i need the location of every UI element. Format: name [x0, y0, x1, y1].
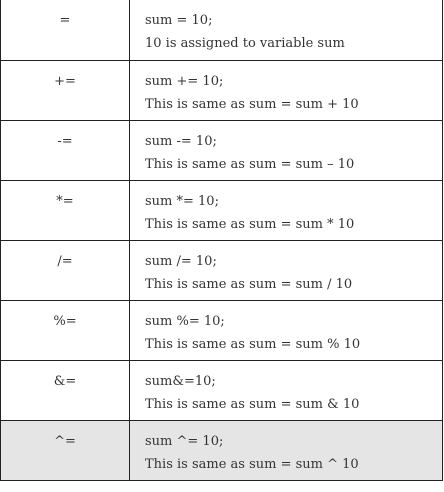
- table-row: /= sum /= 10; This is same as sum = sum /…: [0, 239, 443, 301]
- example-code: sum /= 10;: [145, 253, 217, 269]
- example-code: sum = 10;: [145, 13, 213, 28]
- operator-cell: /=: [0, 239, 130, 301]
- description-cell: sum&=10; This is same as sum = sum & 10: [129, 359, 443, 421]
- description-cell: sum *= 10; This is same as sum = sum * 10: [129, 179, 443, 241]
- table-row: = sum = 10; 10 is assigned to variable su…: [0, 0, 443, 61]
- operator-cell: *=: [0, 179, 130, 241]
- description-text: This is same as sum = sum ^ 10: [145, 456, 359, 472]
- table-row: &= sum&=10; This is same as sum = sum & 1…: [0, 359, 443, 421]
- operators-table: = sum = 10; 10 is assigned to variable su…: [0, 0, 443, 481]
- description-text: This is same as sum = sum & 10: [145, 396, 360, 412]
- table-row: *= sum *= 10; This is same as sum = sum *…: [0, 179, 443, 241]
- operator-symbol: %=: [53, 313, 77, 329]
- operator-symbol: &=: [53, 373, 77, 389]
- description-text: This is same as sum = sum + 10: [145, 96, 359, 112]
- operator-cell: =: [0, 0, 130, 61]
- table-row: -= sum -= 10; This is same as sum = sum –…: [0, 119, 443, 181]
- operator-cell: +=: [0, 59, 130, 121]
- example-code: sum ^= 10;: [145, 433, 224, 449]
- example-code: sum += 10;: [145, 73, 224, 89]
- description-text: This is same as sum = sum * 10: [145, 216, 355, 232]
- operator-symbol: /=: [57, 253, 73, 269]
- table-row: ^= sum ^= 10; This is same as sum = sum ^…: [0, 419, 443, 481]
- description-cell: sum = 10; 10 is assigned to variable sum: [129, 0, 443, 61]
- description-cell: sum ^= 10; This is same as sum = sum ^ 10: [129, 419, 443, 481]
- description-text: This is same as sum = sum / 10: [145, 276, 353, 292]
- operator-cell: &=: [0, 359, 130, 421]
- operator-cell: -=: [0, 119, 130, 181]
- table-row: %= sum %= 10; This is same as sum = sum %…: [0, 299, 443, 361]
- description-cell: sum -= 10; This is same as sum = sum – 10: [129, 119, 443, 181]
- operator-symbol: *=: [56, 193, 74, 209]
- description-text: This is same as sum = sum % 10: [145, 336, 361, 352]
- description-text: 10 is assigned to variable sum: [145, 36, 345, 51]
- example-code: sum *= 10;: [145, 193, 219, 209]
- operator-cell: %=: [0, 299, 130, 361]
- description-cell: sum += 10; This is same as sum = sum + 10: [129, 59, 443, 121]
- example-code: sum -= 10;: [145, 133, 217, 149]
- operator-symbol: -=: [57, 133, 73, 149]
- operator-symbol: ^=: [54, 433, 76, 449]
- operator-symbol: +=: [54, 73, 76, 89]
- description-text: This is same as sum = sum – 10: [145, 156, 355, 172]
- description-cell: sum /= 10; This is same as sum = sum / 10: [129, 239, 443, 301]
- example-code: sum %= 10;: [145, 313, 225, 329]
- table-row: += sum += 10; This is same as sum = sum +…: [0, 59, 443, 121]
- operator-cell: ^=: [0, 419, 130, 481]
- operator-symbol: =: [59, 13, 71, 28]
- example-code: sum&=10;: [145, 373, 216, 389]
- description-cell: sum %= 10; This is same as sum = sum % 10: [129, 299, 443, 361]
